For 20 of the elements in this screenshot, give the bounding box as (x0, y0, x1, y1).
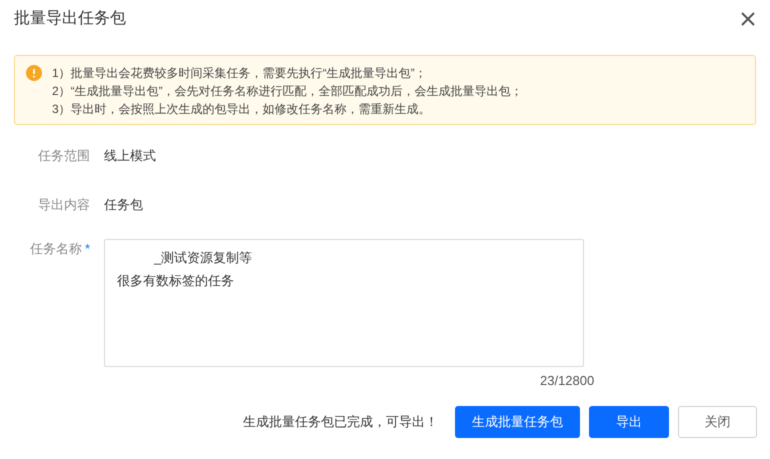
dialog-button[interactable]: 生成批量任务包 (455, 406, 580, 438)
field-label: 任务范围 (38, 146, 90, 165)
field-text-line: _测试资源复制等 (154, 249, 252, 267)
field-value: 线上模式 (104, 146, 156, 165)
dialog-button[interactable]: 导出 (589, 406, 669, 438)
dialog-button[interactable]: 关闭 (678, 406, 757, 438)
required-mark: * (84, 240, 90, 258)
close-icon[interactable] (740, 11, 756, 27)
field-text-line: 很多有数标签的任务 (117, 272, 234, 290)
field-label: 任务名称 (30, 240, 82, 258)
notice-line: 1）批量导出会花费较多时间采集任务，需要先执行“生成批量导出包”； (52, 65, 428, 82)
warning-icon (26, 65, 42, 81)
notice-line: 3）导出时，会按照上次生成的包导出，如修改任务名称，需重新生成。 (52, 101, 432, 118)
dialog-title: 批量导出任务包 (14, 8, 126, 29)
notice-line: 2）“生成批量导出包”，会先对任务名称进行匹配，全部匹配成功后，会生成批量导出包； (52, 83, 523, 100)
status-message: 生成批量任务包已完成，可导出！ (243, 412, 438, 431)
task-name-field[interactable]: _测试资源复制等 很多有数标签的任务 (104, 239, 584, 367)
character-counter: 23/12800 (540, 372, 594, 390)
field-value: 任务包 (104, 196, 143, 214)
field-label: 导出内容 (38, 196, 90, 214)
